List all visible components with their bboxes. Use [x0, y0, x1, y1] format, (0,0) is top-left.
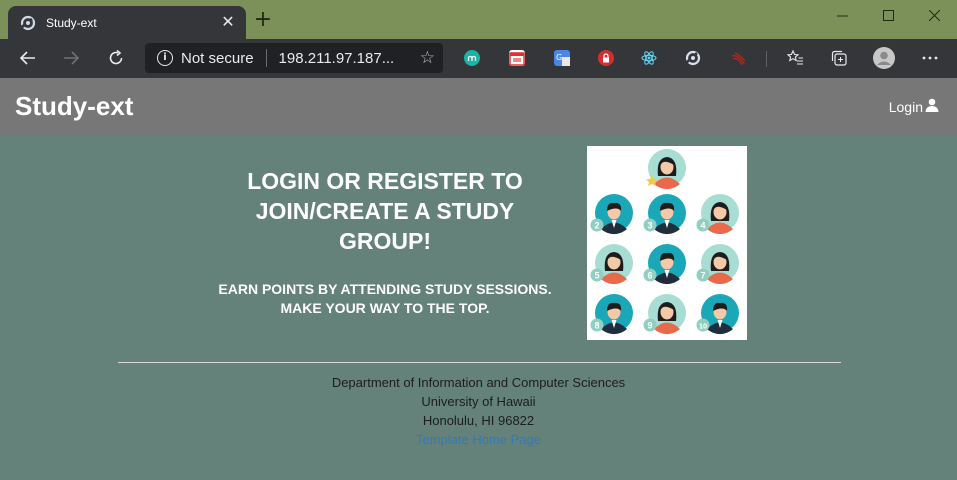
ranking-illustration: 2 3 4 5 6 7 8 9 10	[587, 146, 747, 340]
extension-translate-icon[interactable]: G	[554, 50, 570, 66]
man-avatar: 6	[643, 244, 686, 285]
extension-shell-icon[interactable]	[730, 50, 746, 66]
extension-react-icon[interactable]	[641, 50, 657, 66]
browser-toolbar: i Not secure 198.211.97.187... ☆ G	[0, 39, 957, 78]
minimize-button[interactable]	[819, 0, 865, 30]
subheadline-line-2: MAKE YOUR WAY TO THE TOP.	[280, 300, 490, 316]
extension-meteor-icon[interactable]	[685, 50, 701, 66]
close-window-icon	[928, 9, 940, 21]
close-window-button[interactable]	[911, 0, 957, 30]
svg-text:G: G	[556, 53, 562, 62]
woman-avatar: 9	[643, 294, 686, 335]
man-avatar: 8	[590, 294, 633, 335]
rank-number: 2	[594, 221, 599, 231]
rank-number: 6	[647, 271, 652, 281]
collections-button[interactable]	[828, 47, 850, 69]
rank-number: 10	[699, 322, 707, 331]
browser-tab[interactable]: Study-ext ✕	[8, 6, 246, 39]
extension-m-icon[interactable]	[464, 50, 480, 66]
rank-number: 3	[647, 221, 652, 231]
brand-logo[interactable]: Study-ext	[15, 91, 133, 122]
address-bar[interactable]: i Not secure 198.211.97.187... ☆	[145, 43, 443, 73]
site-info-icon[interactable]: i	[157, 50, 173, 66]
rank-number: 7	[700, 271, 705, 281]
man-avatar: 3	[643, 194, 686, 235]
ranking-people-image: 2 3 4 5 6 7 8 9 10	[590, 149, 739, 335]
footer-address: Honolulu, HI 96822	[422, 413, 535, 428]
rank-number: 4	[700, 221, 705, 231]
address-divider	[265, 49, 267, 67]
more-menu-button[interactable]	[919, 47, 941, 69]
url-text[interactable]: 198.211.97.187...	[279, 50, 420, 67]
profile-avatar-icon	[873, 47, 895, 69]
user-icon[interactable]	[925, 98, 939, 115]
maximize-button[interactable]	[865, 0, 911, 30]
extension-lock-icon[interactable]	[598, 50, 614, 66]
footer: Department of Information and Computer S…	[0, 373, 957, 449]
browser-title-bar: Study-ext ✕ +	[0, 0, 957, 39]
collections-icon	[831, 50, 847, 66]
profile-button[interactable]	[873, 47, 895, 69]
more-dots-icon	[922, 56, 938, 60]
footer-university: University of Hawaii	[421, 394, 536, 409]
extension-calendar-icon[interactable]	[509, 50, 525, 66]
back-arrow-icon	[19, 51, 35, 65]
reload-button[interactable]	[102, 44, 130, 72]
subheadline-line-1: EARN POINTS BY ATTENDING STUDY SESSIONS.	[218, 281, 552, 297]
favorite-star-icon[interactable]: ☆	[420, 48, 435, 68]
maximize-icon	[882, 9, 894, 21]
man-avatar: 10	[696, 294, 739, 335]
login-menu[interactable]: Login	[889, 98, 939, 115]
footer-department: Department of Information and Computer S…	[331, 375, 626, 390]
hero-headline: LOGIN OR REGISTER TO JOIN/CREATE A STUDY…	[247, 168, 523, 254]
rank-number: 8	[594, 321, 599, 331]
woman-avatar: 5	[590, 244, 633, 285]
site-navbar: Study-ext Login	[0, 78, 957, 136]
hero-subheadline: EARN POINTS BY ATTENDING STUDY SESSIONS.…	[195, 280, 575, 318]
tab-close-icon[interactable]: ✕	[220, 14, 236, 31]
new-tab-button[interactable]: +	[252, 9, 274, 31]
forward-arrow-icon	[64, 51, 80, 65]
rank-number: 5	[594, 271, 599, 281]
toolbar-divider	[766, 51, 767, 67]
footer-divider	[118, 362, 841, 363]
security-label[interactable]: Not secure	[181, 50, 254, 67]
favorites-list-icon	[786, 49, 803, 65]
site-favicon-icon	[20, 15, 36, 31]
login-label[interactable]: Login	[889, 99, 923, 115]
tab-title: Study-ext	[46, 15, 97, 30]
rank-number: 9	[647, 321, 652, 331]
back-button[interactable]	[14, 44, 42, 72]
woman-avatar: 7	[696, 244, 739, 285]
man-avatar: 2	[590, 194, 633, 235]
woman-avatar: 4	[696, 194, 739, 235]
forward-button[interactable]	[57, 44, 85, 72]
template-home-link[interactable]: Template Home Page	[0, 430, 957, 449]
minimize-icon	[836, 15, 848, 16]
favorites-button[interactable]	[784, 47, 806, 69]
reload-icon	[109, 49, 123, 65]
